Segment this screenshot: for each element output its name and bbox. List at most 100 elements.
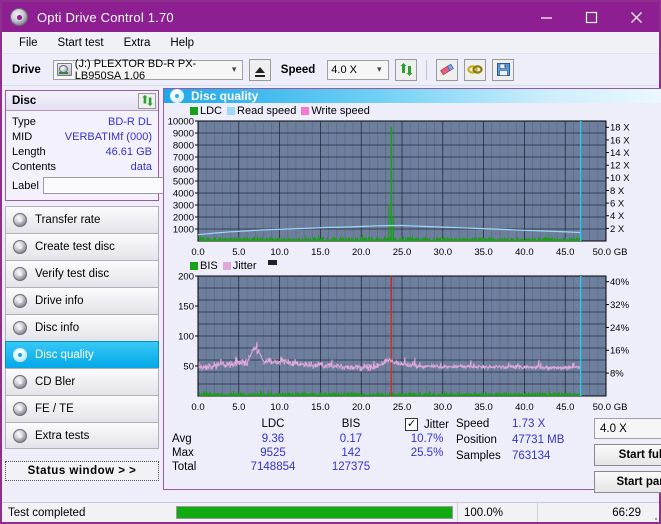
menu-help[interactable]: Help (161, 35, 203, 51)
disc-refresh-button[interactable] (138, 92, 156, 109)
legend-ldc: LDC (190, 105, 222, 117)
svg-text:18 X: 18 X (610, 123, 630, 134)
disc-panel: Disc Type BD-R DL MID VERBATIMf (000) Le… (5, 90, 245, 201)
drive-select[interactable]: (J:) PLEXTOR BD-R PX-LB950SA 1.06 ▾ (52, 57, 243, 82)
start-full-button[interactable]: Start full (594, 444, 661, 466)
connect-button[interactable] (464, 58, 487, 81)
bottom-chart-svg: 200 150 100 50 40% 32% 24% 16% 8% 0.0 5.0 10.0 15.… (178, 272, 630, 413)
legend-ldc-label: LDC (200, 104, 223, 117)
legend-jitter: Jitter (222, 260, 257, 272)
svg-text:40.0: 40.0 (515, 247, 534, 258)
svg-text:6 X: 6 X (610, 199, 625, 210)
menu-file[interactable]: File (10, 35, 47, 51)
test-speed-value: 4.0 X (600, 422, 627, 435)
disc-label-row: Label (12, 176, 245, 195)
disc-icon (13, 428, 27, 443)
stats-header-ldc: LDC (261, 418, 285, 430)
sidebar-item-label: CD Bler (35, 376, 76, 388)
eraser-icon (440, 63, 455, 76)
svg-text:50.0 GB: 50.0 GB (593, 247, 628, 258)
sidebar-item-drive-info[interactable]: Drive info (5, 287, 159, 314)
right-content: Disc quality LDC Read speed Write speed (162, 86, 661, 493)
stats-grid: LDC BIS ✓ Jitter Avg 9.36 0.17 10.7% Max (172, 418, 456, 473)
svg-text:10.0: 10.0 (270, 402, 289, 413)
disc-row-type: Type BD-R DL (12, 114, 152, 129)
sidebar-item-disc-info[interactable]: Disc info (5, 314, 159, 341)
svg-text:100: 100 (178, 331, 194, 342)
content-header: Disc quality (164, 89, 661, 103)
close-icon[interactable] (614, 2, 659, 32)
sidebar-item-label: Transfer rate (35, 214, 101, 226)
disc-icon (13, 375, 27, 389)
disc-length-value: 46.61 GB (105, 145, 152, 158)
page-title: Disc quality (191, 89, 259, 103)
run-samples-value: 763134 (512, 450, 551, 462)
erase-button[interactable] (436, 58, 459, 81)
svg-text:4 X: 4 X (610, 211, 625, 222)
test-speed-select[interactable]: 4.0 X ▾ (594, 418, 661, 439)
svg-text:25.0: 25.0 (393, 247, 412, 258)
svg-text:10000: 10000 (168, 117, 194, 127)
sidebar-item-transfer-rate[interactable]: Transfer rate (5, 206, 159, 233)
toolbar-divider (426, 59, 428, 80)
legend-swatch-ldc (190, 106, 198, 115)
speed-select[interactable]: 4.0 X ▾ (327, 59, 390, 80)
stats-header-jitter-label: Jitter (424, 418, 449, 431)
run-position-value: 47731 MB (512, 434, 565, 446)
stats-table: LDC BIS ✓ Jitter Avg 9.36 0.17 10.7% Max (164, 418, 456, 493)
disc-row-mid: MID VERBATIMf (000) (12, 129, 152, 144)
save-button[interactable] (492, 58, 515, 81)
stats-total-bis: 127375 (331, 461, 371, 473)
disc-icon (170, 89, 184, 103)
svg-text:200: 200 (178, 272, 194, 282)
legend-bis-label: BIS (200, 259, 218, 272)
svg-text:7000: 7000 (173, 152, 194, 163)
sidebar-item-label: Verify test disc (35, 268, 110, 280)
stats-header-bis: BIS (341, 418, 361, 430)
svg-text:30.0: 30.0 (434, 247, 453, 258)
sidebar-item-verify-test-disc[interactable]: Verify test disc (5, 260, 159, 287)
refresh-button[interactable] (395, 58, 418, 81)
refresh-icon (141, 94, 153, 107)
stats-avg-jitter: 10.7% (410, 433, 444, 445)
top-chart-svg: 1000090008000700060005000400030002000100… (168, 117, 631, 258)
menu-start-test[interactable]: Start test (49, 35, 113, 51)
speed-select-value: 4.0 X (331, 63, 357, 76)
stats-max-ldc: 9525 (260, 447, 286, 459)
bottom-chart: 200 150 100 50 40% 32% 24% 16% 8% 0.0 5.0 10.0 15.… (166, 272, 661, 414)
resize-grip[interactable] (647, 503, 659, 522)
svg-text:2 X: 2 X (610, 224, 625, 235)
minimize-icon[interactable] (524, 2, 569, 32)
svg-text:40%: 40% (610, 277, 630, 288)
sidebar-item-cd-bler[interactable]: CD Bler (5, 368, 159, 395)
disc-contents-label: Contents (12, 160, 57, 173)
sidebar-item-extra-tests[interactable]: Extra tests (5, 422, 159, 449)
svg-text:20.0: 20.0 (352, 402, 371, 413)
legend-swatch-write-speed (301, 106, 310, 115)
elapsed-time: 66:29 (537, 503, 647, 522)
sidebar-item-disc-quality[interactable]: Disc quality (5, 341, 159, 368)
nav-buttons: Transfer rate Create test disc Verify te… (5, 206, 159, 449)
disc-mid-label: MID (12, 130, 33, 143)
window-title: Opti Drive Control 1.70 (37, 9, 174, 25)
top-chart: 10000 9000 8000 7000 6000 5000 4000 3000 2000 100… (166, 117, 661, 259)
status-window-button[interactable]: Status window > > (5, 461, 159, 481)
stats-row-label-avg: Avg (172, 433, 192, 445)
maximize-icon[interactable] (569, 2, 614, 32)
svg-text:2000: 2000 (173, 212, 194, 223)
jitter-checkbox[interactable]: ✓ (405, 418, 419, 431)
disc-mid-value: VERBATIMf (000) (64, 130, 152, 143)
sidebar-item-create-test-disc[interactable]: Create test disc (5, 233, 159, 260)
eject-button[interactable] (248, 58, 271, 81)
stats-total-jitter (390, 461, 464, 473)
status-message: Test completed (8, 506, 86, 519)
sidebar-item-fe-te[interactable]: FE / TE (5, 395, 159, 422)
app-disc-icon (10, 8, 28, 26)
svg-text:5.0: 5.0 (232, 247, 245, 258)
svg-text:25.0: 25.0 (393, 402, 412, 413)
start-part-button[interactable]: Start part (594, 471, 661, 493)
refresh-icon (400, 63, 413, 76)
drive-select-value: (J:) PLEXTOR BD-R PX-LB950SA 1.06 (74, 57, 197, 82)
svg-text:8%: 8% (610, 369, 624, 380)
menu-extra[interactable]: Extra (115, 35, 160, 51)
